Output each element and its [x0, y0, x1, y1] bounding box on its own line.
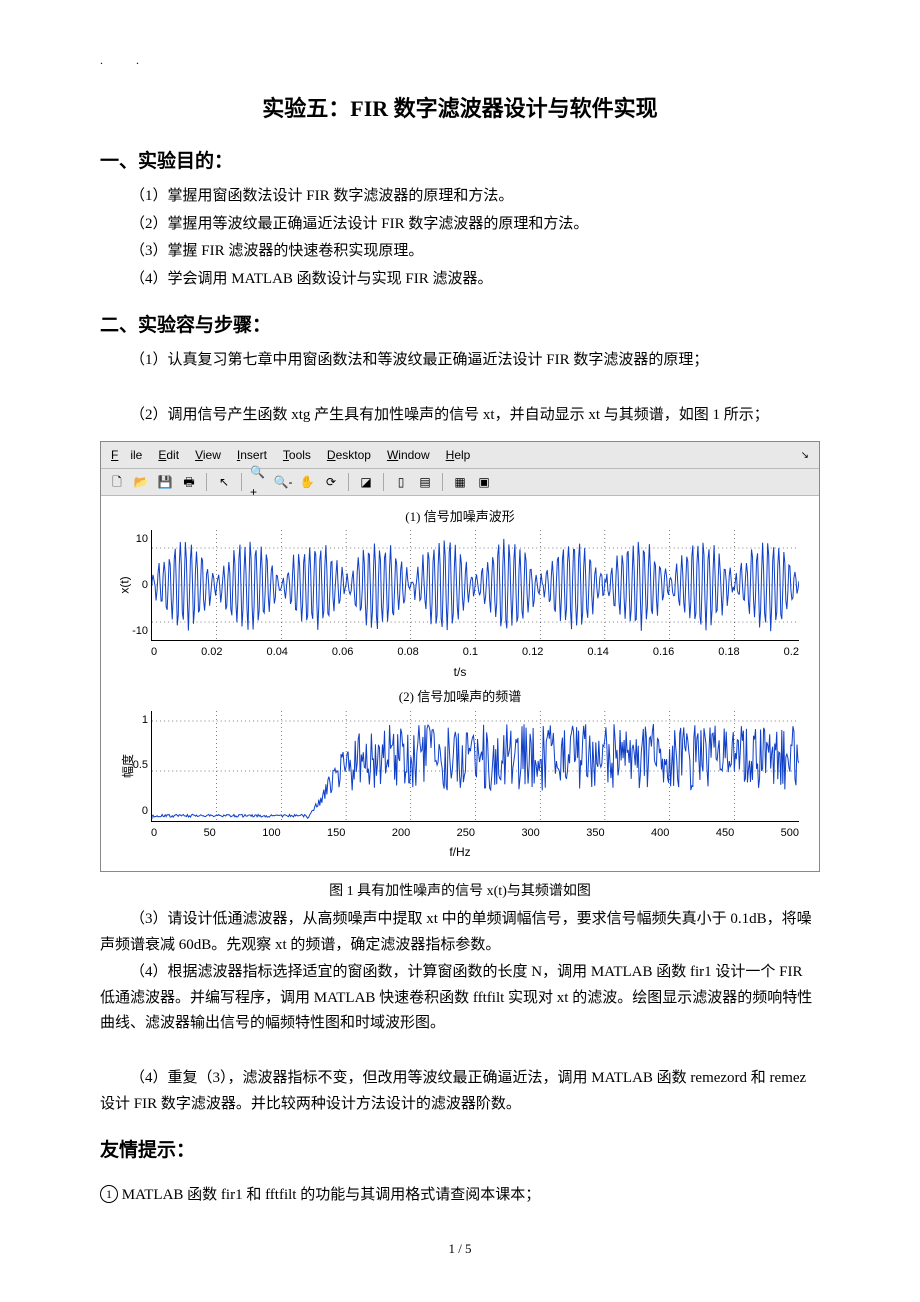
dock-icon[interactable]: ▣ — [474, 472, 494, 492]
ytick: 0.5 — [122, 756, 148, 775]
xtick: 0.06 — [332, 643, 353, 662]
xtick: 0.16 — [653, 643, 674, 662]
open-icon[interactable]: 📂 — [131, 472, 151, 492]
xtick: 350 — [586, 824, 604, 843]
xticks-2: 0 50 100 150 200 250 300 350 400 450 500 — [151, 824, 799, 843]
doc-title: 实验五：FIR 数字滤波器设计与软件实现 — [100, 90, 820, 127]
menu-tools[interactable]: Tools — [277, 444, 317, 466]
page: . . 实验五：FIR 数字滤波器设计与软件实现 一、实验目的： （1）掌握用窗… — [50, 0, 870, 1280]
separator — [206, 473, 207, 491]
xtick: 0 — [151, 643, 157, 662]
circled-number-icon: 1 — [100, 1185, 118, 1203]
objective-item: （3）掌握 FIR 滤波器的快速卷积实现原理。 — [100, 239, 820, 265]
ytick: 0 — [122, 576, 148, 595]
xtick: 0.2 — [784, 643, 799, 662]
separator — [348, 473, 349, 491]
hide-icon[interactable]: ▦ — [450, 472, 470, 492]
header-dots: . . — [100, 50, 820, 70]
axes-1[interactable]: x(t) 10 0 -10 — [151, 530, 799, 641]
xtick: 100 — [262, 824, 280, 843]
tip-item: 1 MATLAB 函数 fir1 和 fftfilt 的功能与其调用格式请查阅本… — [100, 1183, 820, 1209]
menu-help[interactable]: Help — [440, 444, 477, 466]
separator — [241, 473, 242, 491]
pointer-icon[interactable]: ↖ — [214, 472, 234, 492]
legend-icon[interactable]: ▤ — [415, 472, 435, 492]
menu-desktop[interactable]: Desktop — [321, 444, 377, 466]
section-3-heading: 友情提示： — [100, 1135, 820, 1167]
ytick: 0 — [122, 802, 148, 821]
xtick: 0.12 — [522, 643, 543, 662]
menu-file[interactable]: File — [105, 444, 148, 466]
step-text: （2）调用信号产生函数 xtg 产生具有加性噪声的信号 xt，并自动显示 xt … — [100, 403, 820, 429]
axes-2[interactable]: 幅度 1 0.5 0 — [151, 711, 799, 822]
figure-1: File Edit View Insert Tools Desktop Wind… — [100, 441, 820, 872]
xlabel-1: t/s — [111, 662, 809, 682]
print-icon[interactable]: 🖶 — [179, 472, 199, 492]
step-text: （4）重复（3），滤波器指标不变，但改用等波纹最正确逼近法，调用 MATLAB … — [100, 1066, 820, 1117]
xtick: 300 — [521, 824, 539, 843]
zoom-out-icon[interactable]: 🔍- — [273, 472, 293, 492]
plot-area: (1) 信号加噪声波形 x(t) 10 0 -10 — [101, 496, 819, 870]
section-2-heading: 二、实验容与步骤： — [100, 310, 820, 342]
toolbar: 🗋 📂 💾 🖶 ↖ 🔍+ 🔍- ✋ ⟳ ◪ ▯ ▤ ▦ ▣ — [101, 469, 819, 496]
pan-icon[interactable]: ✋ — [297, 472, 317, 492]
xtick: 0 — [151, 824, 157, 843]
xtick: 500 — [781, 824, 799, 843]
xtick: 200 — [392, 824, 410, 843]
yticks-1: 10 0 -10 — [122, 530, 148, 640]
objective-item: （2）掌握用等波纹最正确逼近法设计 FIR 数字滤波器的原理和方法。 — [100, 212, 820, 238]
colorbar-icon[interactable]: ▯ — [391, 472, 411, 492]
xtick: 0.1 — [463, 643, 478, 662]
xlabel-2: f/Hz — [111, 842, 809, 862]
spectrum-1 — [152, 711, 799, 821]
xtick: 0.08 — [397, 643, 418, 662]
save-icon[interactable]: 💾 — [155, 472, 175, 492]
xtick: 450 — [716, 824, 734, 843]
subplot-1-title: (1) 信号加噪声波形 — [111, 506, 809, 528]
ytick: 1 — [122, 711, 148, 730]
matlab-figure-window: File Edit View Insert Tools Desktop Wind… — [100, 441, 820, 872]
waveform-1 — [152, 530, 799, 640]
subplot-2: (2) 信号加噪声的频谱 幅度 1 0.5 0 — [111, 686, 809, 862]
menu-window[interactable]: Window — [381, 444, 436, 466]
xtick: 0.04 — [267, 643, 288, 662]
xtick: 0.18 — [718, 643, 739, 662]
menu-edit[interactable]: Edit — [152, 444, 185, 466]
menubar: File Edit View Insert Tools Desktop Wind… — [101, 442, 819, 469]
figure-1-caption: 图 1 具有加性噪声的信号 x(t)与其频谱如图 — [100, 880, 820, 904]
ytick: 10 — [122, 530, 148, 549]
step-text: （3）请设计低通滤波器，从高频噪声中提取 xt 中的单频调幅信号，要求信号幅频失… — [100, 907, 820, 958]
page-number: 1 / 5 — [100, 1238, 820, 1260]
objective-item: （1）掌握用窗函数法设计 FIR 数字滤波器的原理和方法。 — [100, 184, 820, 210]
step-text: （4）根据滤波器指标选择适宜的窗函数，计算窗函数的长度 N，调用 MATLAB … — [100, 960, 820, 1037]
xtick: 0.14 — [587, 643, 608, 662]
tip-text: MATLAB 函数 fir1 和 fftfilt 的功能与其调用格式请查阅本课本… — [122, 1187, 540, 1203]
xtick: 250 — [457, 824, 475, 843]
yticks-2: 1 0.5 0 — [122, 711, 148, 821]
ytick: -10 — [122, 622, 148, 641]
subplot-2-title: (2) 信号加噪声的频谱 — [111, 686, 809, 708]
xtick: 150 — [327, 824, 345, 843]
xtick: 0.02 — [201, 643, 222, 662]
separator — [383, 473, 384, 491]
separator — [442, 473, 443, 491]
rotate-icon[interactable]: ⟳ — [321, 472, 341, 492]
new-icon[interactable]: 🗋 — [107, 472, 127, 492]
xticks-1: 0 0.02 0.04 0.06 0.08 0.1 0.12 0.14 0.16… — [151, 643, 799, 662]
objectives-list: （1）掌握用窗函数法设计 FIR 数字滤波器的原理和方法。 （2）掌握用等波纹最… — [100, 184, 820, 292]
objective-item: （4）学会调用 MATLAB 函数设计与实现 FIR 滤波器。 — [100, 267, 820, 293]
datatip-icon[interactable]: ◪ — [356, 472, 376, 492]
xtick: 400 — [651, 824, 669, 843]
step-text: （1）认真复习第七章中用窗函数法和等波纹最正确逼近法设计 FIR 数字滤波器的原… — [100, 348, 820, 374]
section-1-heading: 一、实验目的： — [100, 146, 820, 178]
xtick: 50 — [204, 824, 216, 843]
zoom-in-icon[interactable]: 🔍+ — [249, 472, 269, 492]
subplot-1: (1) 信号加噪声波形 x(t) 10 0 -10 — [111, 506, 809, 682]
menu-restore-icon[interactable]: ↘ — [795, 446, 815, 465]
menu-view[interactable]: View — [189, 444, 227, 466]
